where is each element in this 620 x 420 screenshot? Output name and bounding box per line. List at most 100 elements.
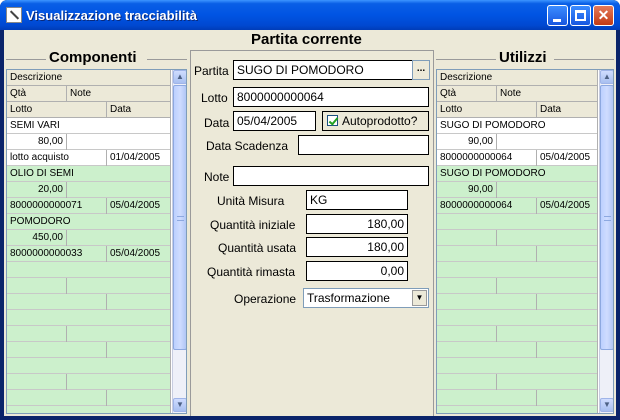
- scroll-down-button[interactable]: ▼: [173, 398, 186, 412]
- empty-row[interactable]: [437, 374, 598, 390]
- scroll-thumb[interactable]: [173, 85, 186, 350]
- empty-row[interactable]: [437, 230, 598, 246]
- window-title: Visualizzazione tracciabilità: [26, 8, 197, 23]
- header-row-qta-note: Qtà Note: [7, 86, 171, 102]
- up-arrow-icon: ▲: [176, 72, 184, 81]
- utilizzi-rows: Descrizione Qtà Note Lotto Data SUGO DI POMOD…: [437, 70, 598, 413]
- empty-row[interactable]: [437, 214, 598, 230]
- record-row-qta-note[interactable]: 20,00: [7, 182, 171, 198]
- empty-cell: [7, 278, 67, 294]
- empty-row[interactable]: [437, 246, 598, 262]
- record-lotto: 8000000000071: [7, 198, 107, 214]
- data-scadenza-field[interactable]: [298, 135, 429, 155]
- empty-row[interactable]: [7, 310, 171, 326]
- qta-iniziale-field[interactable]: 180,00: [306, 214, 408, 234]
- scroll-thumb[interactable]: [600, 85, 613, 350]
- operazione-select[interactable]: Trasformazione ▼: [303, 288, 429, 308]
- record-qta: 90,00: [437, 134, 497, 150]
- browse-button[interactable]: ...: [412, 60, 430, 80]
- empty-row[interactable]: [7, 294, 171, 310]
- empty-cell: [107, 294, 171, 310]
- record-row-descrizione[interactable]: SUGO DI POMODORO: [437, 166, 598, 182]
- empty-cell: [107, 390, 171, 406]
- empty-row[interactable]: [7, 374, 171, 390]
- header-row-descrizione: Descrizione: [7, 70, 171, 86]
- empty-cell: [437, 214, 598, 230]
- minimize-button[interactable]: [547, 5, 568, 26]
- empty-row[interactable]: [437, 294, 598, 310]
- lotto-label: Lotto: [201, 91, 228, 105]
- record-row-qta-note[interactable]: 90,00: [437, 182, 598, 198]
- note-label: Note: [204, 170, 230, 184]
- autoprodotto-label: Autoprodotto?: [342, 114, 418, 128]
- record-row-lotto-data[interactable]: 8000000000064 05/04/2005: [437, 150, 598, 166]
- record-row-descrizione[interactable]: SEMI VARI: [7, 118, 171, 134]
- thumb-grip: [177, 216, 184, 221]
- record-row-qta-note[interactable]: 80,00: [7, 134, 171, 150]
- empty-row[interactable]: [7, 278, 171, 294]
- operazione-value: Trasformazione: [307, 291, 390, 305]
- record-row-qta-note[interactable]: 90,00: [437, 134, 598, 150]
- empty-cell: [497, 374, 598, 390]
- down-arrow-icon: ▼: [176, 400, 184, 409]
- empty-row[interactable]: [437, 390, 598, 406]
- title-bar[interactable]: Visualizzazione tracciabilità ✕: [0, 0, 620, 30]
- qta-rimasta-field[interactable]: 0,00: [306, 261, 408, 281]
- trace-app-icon[interactable]: [6, 7, 22, 23]
- empty-row[interactable]: [7, 342, 171, 358]
- scroll-down-button[interactable]: ▼: [600, 398, 613, 412]
- empty-cell: [437, 278, 497, 294]
- autoprodotto-checkbox[interactable]: Autoprodotto?: [322, 111, 429, 131]
- record-row-lotto-data[interactable]: 8000000000033 05/04/2005: [7, 246, 171, 262]
- empty-row[interactable]: [437, 326, 598, 342]
- empty-cell: [437, 294, 537, 310]
- componenti-grid[interactable]: Descrizione Qtà Note Lotto Data SEMI VARI 80,0…: [6, 69, 187, 414]
- empty-cell: [7, 358, 171, 374]
- empty-cell: [107, 342, 171, 358]
- componenti-scrollbar[interactable]: ▲ ▼: [172, 70, 186, 413]
- unita-field[interactable]: KG: [306, 190, 408, 210]
- record-row-lotto-data[interactable]: 8000000000064 05/04/2005: [437, 198, 598, 214]
- record-note: [497, 182, 598, 198]
- utilizzi-grid[interactable]: Descrizione Qtà Note Lotto Data SUGO DI POMOD…: [436, 69, 614, 414]
- data-field[interactable]: 05/04/2005: [233, 111, 316, 131]
- empty-row[interactable]: [437, 310, 598, 326]
- qta-usata-field[interactable]: 180,00: [306, 237, 408, 257]
- group-border: [436, 59, 496, 60]
- empty-cell: [7, 390, 107, 406]
- empty-row[interactable]: [7, 358, 171, 374]
- empty-row[interactable]: [437, 262, 598, 278]
- record-descrizione: SUGO DI POMODORO: [437, 166, 598, 182]
- record-row-qta-note[interactable]: 450,00: [7, 230, 171, 246]
- record-row-lotto-data[interactable]: 8000000000071 05/04/2005: [7, 198, 171, 214]
- empty-row[interactable]: [7, 390, 171, 406]
- empty-cell: [437, 230, 497, 246]
- empty-row[interactable]: [437, 278, 598, 294]
- utilizzi-title: Utilizzi: [496, 49, 550, 66]
- record-qta: 80,00: [7, 134, 67, 150]
- record-row-lotto-data[interactable]: lotto acquisto 01/04/2005: [7, 150, 171, 166]
- dropdown-arrow-icon[interactable]: ▼: [412, 290, 427, 306]
- empty-row[interactable]: [437, 406, 598, 413]
- data-scadenza-label: Data Scadenza: [206, 139, 289, 153]
- scroll-up-button[interactable]: ▲: [600, 70, 613, 84]
- utilizzi-scrollbar[interactable]: ▲ ▼: [599, 70, 613, 413]
- record-data: 05/04/2005: [537, 198, 598, 214]
- empty-row[interactable]: [7, 262, 171, 278]
- empty-row[interactable]: [7, 326, 171, 342]
- header-qta: Qtà: [437, 86, 497, 102]
- close-button[interactable]: ✕: [593, 5, 614, 26]
- record-row-descrizione[interactable]: SUGO DI POMODORO: [437, 118, 598, 134]
- record-row-descrizione[interactable]: OLIO DI SEMI: [7, 166, 171, 182]
- scroll-up-button[interactable]: ▲: [173, 70, 186, 84]
- note-field[interactable]: [233, 166, 429, 186]
- lotto-field[interactable]: 8000000000064: [233, 87, 429, 107]
- empty-row[interactable]: [437, 358, 598, 374]
- empty-row[interactable]: [437, 342, 598, 358]
- record-row-descrizione[interactable]: POMODORO: [7, 214, 171, 230]
- header-descrizione: Descrizione: [437, 70, 598, 86]
- empty-cell: [7, 374, 67, 390]
- partita-field[interactable]: SUGO DI POMODORO: [233, 60, 413, 80]
- maximize-button[interactable]: [570, 5, 591, 26]
- empty-row[interactable]: [7, 406, 171, 413]
